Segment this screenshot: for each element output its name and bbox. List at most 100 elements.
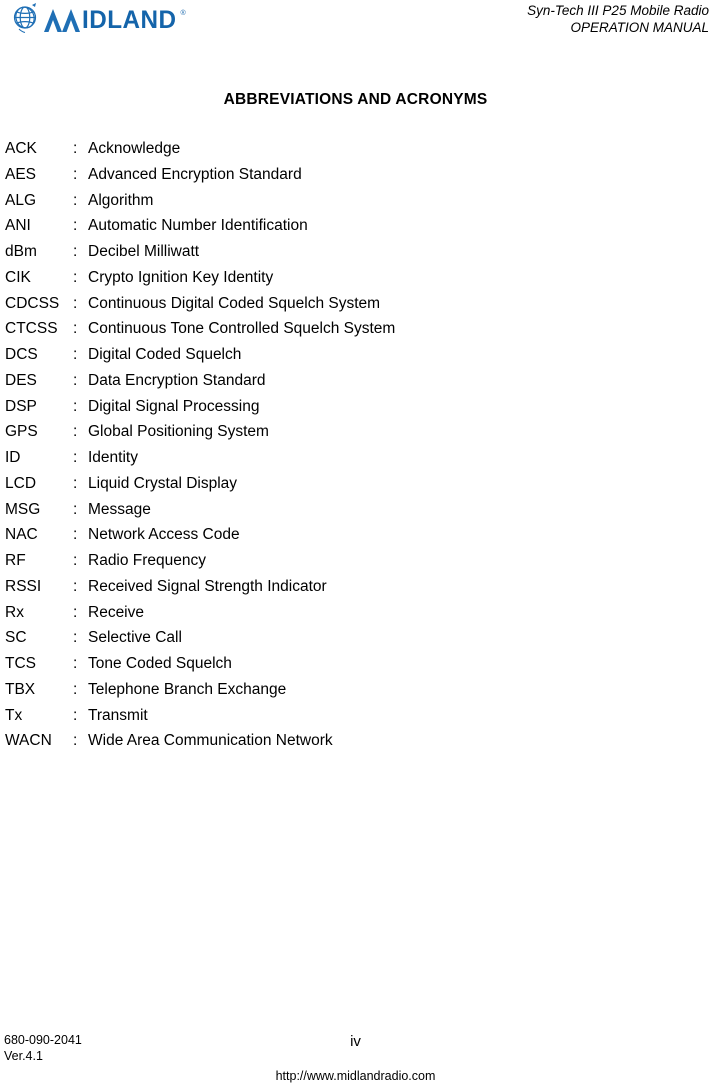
abbreviation-definition: Tone Coded Squelch (88, 655, 232, 672)
abbreviation-definition: Message (88, 500, 151, 518)
abbreviation-row: ACK: Acknowledge (5, 136, 695, 162)
abbreviation-definition: Automatic Number Identification (88, 217, 308, 235)
abbreviation-separator: : (73, 474, 78, 492)
abbreviation-separator: : (73, 680, 78, 698)
abbreviation-term: MSG (5, 500, 41, 518)
page-title: ABBREVIATIONS AND ACRONYMS (223, 91, 488, 108)
abbreviation-term: AES (5, 165, 37, 183)
abbreviation-term: DES (5, 371, 37, 389)
abbreviation-row: DCS: Digital Coded Squelch (5, 342, 695, 368)
abbreviation-term: SC (5, 629, 27, 647)
abbreviation-definition: Continuous Digital Coded Squelch System (88, 294, 381, 312)
abbreviation-term: NAC (5, 526, 38, 544)
abbreviation-definition: Identity (88, 449, 138, 466)
abbreviation-term: RF (5, 552, 26, 569)
manual-subtitle-line: OPERATION MANUAL (570, 20, 709, 35)
abbreviation-separator: : (73, 191, 78, 209)
logo-wordmark: IDLAND ® (43, 2, 186, 34)
logo-registered-mark: ® (180, 10, 186, 17)
abbreviation-definition: Global Positioning System (88, 423, 269, 441)
abbreviation-row: Rx: Receive (5, 600, 695, 626)
abbreviation-definition: Selective Call (88, 629, 182, 647)
abbreviation-term: CTCSS (5, 320, 58, 338)
abbreviation-row: DES: Data Encryption Standard (5, 368, 695, 394)
abbreviation-definition: Algorithm (88, 191, 154, 209)
abbreviation-separator: : (73, 294, 78, 312)
abbreviation-separator: : (73, 577, 78, 595)
abbreviation-definition: Transmit (88, 706, 148, 724)
abbreviation-separator: : (73, 732, 78, 750)
abbreviation-term: CDCSS (5, 294, 60, 312)
abbreviation-term: ALG (5, 191, 37, 209)
abbreviation-separator: : (73, 268, 78, 286)
abbreviation-row: SC: Selective Call (5, 625, 695, 651)
abbreviation-definition: Continuous Tone Controlled Squelch Syste… (88, 320, 396, 338)
globe-icon (13, 3, 37, 33)
abbreviation-separator: : (73, 320, 78, 338)
abbreviation-row: NAC: Network Access Code (5, 522, 695, 548)
abbreviation-row: ANI: Automatic Number Identification (5, 213, 695, 239)
abbreviation-term: ANI (5, 217, 31, 235)
abbreviation-separator: : (73, 243, 78, 260)
abbreviation-separator: : (73, 706, 78, 724)
abbreviation-definition: Liquid Crystal Display (88, 474, 238, 492)
logo-text: IDLAND (82, 6, 177, 34)
abbreviation-row: DSP: Digital Signal Processing (5, 394, 695, 420)
page-footer: 680-090-2041 Ver.4.1 iv http://www.midla… (0, 1021, 711, 1091)
abbreviation-row: MSG: Message (5, 497, 695, 523)
abbreviation-definition: Decibel Milliwatt (88, 243, 200, 260)
abbreviation-term: Rx (5, 603, 24, 621)
manual-header-text: Syn-Tech III P25 Mobile Radio OPERATION … (527, 2, 709, 36)
abbreviation-term: ID (5, 449, 21, 466)
abbreviation-term: RSSI (5, 577, 42, 595)
abbreviation-separator: : (73, 397, 78, 415)
abbreviation-definition: Advanced Encryption Standard (88, 165, 302, 183)
abbreviation-definition: Digital Signal Processing (88, 397, 260, 415)
abbreviation-term: ACK (5, 140, 37, 157)
abbreviation-separator: : (73, 217, 78, 235)
abbreviation-separator: : (73, 552, 78, 569)
abbreviation-definition: Receive (88, 603, 144, 621)
abbreviation-row: TCS: Tone Coded Squelch (5, 651, 695, 677)
midland-logo: IDLAND ® (10, 1, 200, 35)
abbreviation-term: LCD (5, 474, 37, 492)
abbreviation-definition: Telephone Branch Exchange (88, 680, 287, 698)
abbreviations-list: ACK: Acknowledge AES: Advanced Encryption S… (5, 136, 695, 754)
abbreviation-row: CTCSS: Continuous Tone Controlled Squelch… (5, 316, 695, 342)
abbreviation-row: CDCSS: Continuous Digital Coded Squelch S… (5, 291, 695, 317)
abbreviation-definition: Acknowledge (88, 140, 181, 157)
abbreviation-row: TBX: Telephone Branch Exchange (5, 677, 695, 703)
abbreviation-separator: : (73, 346, 78, 363)
page-number: iv (350, 1033, 361, 1050)
abbreviation-row: ID: Identity (5, 445, 695, 471)
abbreviation-separator: : (73, 526, 78, 544)
abbreviation-term: DCS (5, 346, 38, 363)
abbreviation-term: DSP (5, 397, 37, 415)
abbreviation-term: dBm (5, 243, 37, 260)
abbreviation-row: AES: Advanced Encryption Standard (5, 162, 695, 188)
abbreviation-separator: : (73, 449, 78, 466)
abbreviation-separator: : (73, 603, 78, 621)
abbreviation-definition: Network Access Code (88, 526, 240, 544)
abbreviation-separator: : (73, 371, 78, 389)
page-header: IDLAND ® Syn-Tech III P25 Mobile Radio O… (0, 0, 711, 46)
abbreviation-separator: : (73, 140, 78, 157)
abbreviation-definition: Radio Frequency (88, 552, 207, 569)
abbreviation-separator: : (73, 500, 78, 518)
abbreviation-row: ALG: Algorithm (5, 188, 695, 214)
abbreviation-term: WACN (5, 732, 52, 750)
abbreviation-row: GPS: Global Positioning System (5, 419, 695, 445)
abbreviation-definition: Wide Area Communication Network (88, 732, 333, 750)
abbreviation-separator: : (73, 165, 78, 183)
abbreviation-separator: : (73, 655, 78, 672)
abbreviation-row: RF: Radio Frequency (5, 548, 695, 574)
abbreviation-row: LCD: Liquid Crystal Display (5, 471, 695, 497)
footer-website-url: http://www.midlandradio.com (275, 1069, 436, 1083)
logo-m-icon (44, 9, 80, 32)
abbreviation-definition: Digital Coded Squelch (88, 346, 242, 363)
abbreviation-term: TCS (5, 655, 36, 672)
abbreviation-term: Tx (5, 706, 23, 724)
abbreviation-separator: : (73, 629, 78, 647)
manual-title-line: Syn-Tech III P25 Mobile Radio (527, 3, 709, 18)
abbreviation-term: TBX (5, 680, 36, 698)
